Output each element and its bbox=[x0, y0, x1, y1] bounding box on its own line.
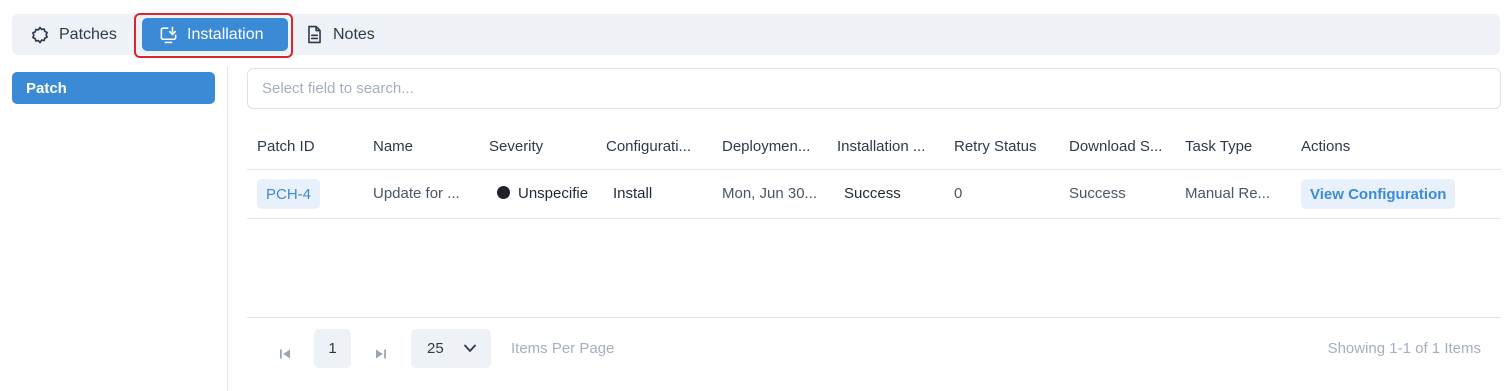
cell-task-type: Manual Re... bbox=[1185, 185, 1271, 202]
cell-deployment: Mon, Jun 30... bbox=[722, 185, 818, 202]
severity-dot-icon bbox=[497, 186, 510, 199]
tab-patches[interactable]: Patches bbox=[30, 18, 117, 51]
current-page-button[interactable]: 1 bbox=[314, 329, 351, 368]
cell-configuration: Install bbox=[613, 185, 653, 202]
column-header-retry-status[interactable]: Retry Status bbox=[954, 138, 1058, 155]
column-header-actions: Actions bbox=[1301, 138, 1351, 155]
table-row: PCH-4 Update for ... Unspecifie Install … bbox=[247, 170, 1501, 219]
chevron-down-icon bbox=[463, 341, 477, 359]
patch-id-link[interactable]: PCH-4 bbox=[257, 179, 321, 209]
tab-installation[interactable]: Installation bbox=[142, 18, 288, 51]
tab-patches-label: Patches bbox=[59, 25, 117, 43]
showing-count: Showing 1-1 of 1 Items bbox=[1327, 340, 1481, 357]
column-header-deployment[interactable]: Deploymen... bbox=[722, 138, 822, 155]
column-header-severity[interactable]: Severity bbox=[489, 138, 589, 155]
cell-retry-status: 0 bbox=[954, 185, 963, 202]
tab-notes[interactable]: Notes bbox=[304, 18, 375, 51]
severity-label: Unspecifie bbox=[518, 185, 589, 202]
document-icon bbox=[304, 25, 324, 45]
last-page-icon[interactable] bbox=[371, 344, 391, 364]
column-header-patch-id[interactable]: Patch ID bbox=[257, 138, 357, 155]
search-box bbox=[247, 68, 1501, 109]
column-header-download-status[interactable]: Download S... bbox=[1069, 138, 1173, 155]
column-header-name[interactable]: Name bbox=[373, 138, 473, 155]
page-size-select[interactable]: 25 bbox=[411, 329, 491, 368]
items-per-page-label: Items Per Page bbox=[511, 340, 615, 357]
sidebar: Patch bbox=[0, 66, 228, 391]
sidebar-item-patch[interactable]: Patch bbox=[12, 72, 215, 104]
column-header-configuration[interactable]: Configurati... bbox=[606, 138, 706, 155]
page-size-value: 25 bbox=[427, 340, 444, 357]
tab-notes-label: Notes bbox=[333, 25, 375, 43]
sidebar-item-label: Patch bbox=[26, 79, 67, 97]
column-header-task-type[interactable]: Task Type bbox=[1185, 138, 1289, 155]
table-header: Patch ID Name Severity Configurati... De… bbox=[247, 126, 1501, 170]
cell-severity: Unspecifie bbox=[497, 185, 597, 202]
column-header-installation[interactable]: Installation ... bbox=[837, 138, 941, 155]
search-input[interactable] bbox=[248, 69, 1500, 108]
tab-bar: Patches Installation Notes bbox=[12, 14, 1500, 55]
cell-name: Update for ... bbox=[373, 185, 460, 202]
cell-download-status: Success bbox=[1069, 185, 1126, 202]
view-configuration-button[interactable]: View Configuration bbox=[1301, 179, 1456, 209]
first-page-icon[interactable] bbox=[275, 344, 295, 364]
tab-installation-label: Installation bbox=[187, 25, 264, 43]
pagination-bar: 1 25 Items Per Page Showing 1-1 of 1 Ite… bbox=[247, 317, 1501, 391]
cell-installation-status: Success bbox=[844, 185, 901, 202]
gear-icon bbox=[30, 25, 50, 45]
install-icon bbox=[158, 25, 178, 45]
